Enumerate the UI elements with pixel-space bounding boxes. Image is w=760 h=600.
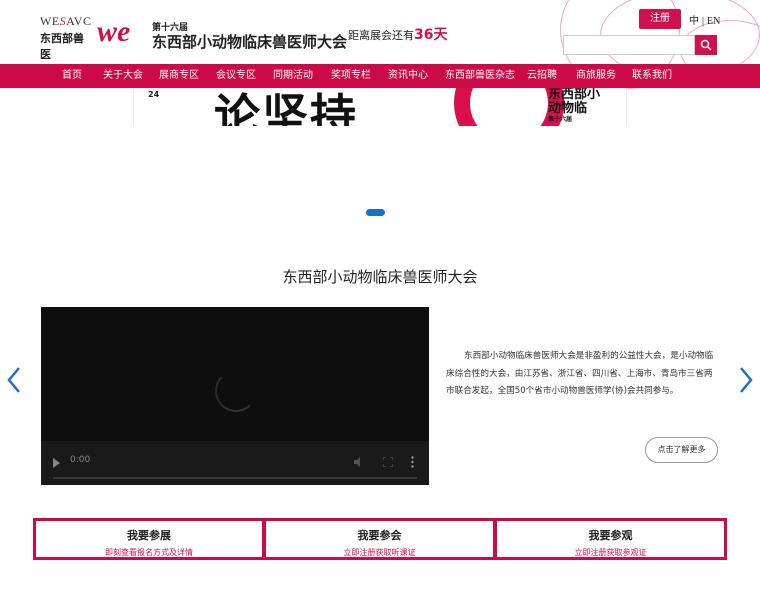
visit-title: 我要参观 bbox=[588, 529, 633, 542]
countdown-days: 36天 bbox=[414, 27, 448, 43]
carousel-indicator[interactable] bbox=[366, 209, 385, 216]
exhibit-subtitle: 即刻查看报名方式及详情 bbox=[105, 548, 193, 557]
wsavc-logo[interactable]: WESAVC 东西部兽医 bbox=[40, 14, 92, 61]
exhibit-box[interactable]: 我要参展 即刻查看报名方式及详情 bbox=[36, 521, 262, 557]
logo-brand: WESAVC bbox=[40, 14, 92, 28]
intro-text: 东西部小动物临床兽医师大会是非盈利的公益性大会，是小动物临床综合性的大会，由江苏… bbox=[446, 351, 714, 396]
intro-video[interactable]: 0:00 bbox=[41, 307, 429, 485]
chevron-left-icon[interactable] bbox=[5, 366, 23, 394]
section-title: 东西部小动物临床兽医师大会 bbox=[282, 268, 478, 286]
nav-item-news[interactable]: 资讯中心 bbox=[388, 64, 428, 88]
nav-item-magazine[interactable]: 东西部兽医杂志 bbox=[445, 64, 515, 88]
play-icon[interactable] bbox=[53, 458, 60, 468]
nav-item-exhibitors[interactable]: 展商专区 bbox=[159, 64, 199, 88]
nav-item-contact[interactable]: 联系我们 bbox=[632, 64, 672, 88]
hero-banner[interactable]: 24 论坚持 东西部小动物临 第十六届 bbox=[133, 88, 627, 126]
attend-box[interactable]: 我要参会 立即注册获取听课证 bbox=[266, 521, 493, 557]
fullscreen-icon[interactable] bbox=[383, 457, 393, 467]
chevron-right-icon[interactable] bbox=[737, 366, 755, 394]
banner-side-text: 东西部小动物临 第十六届 bbox=[548, 88, 601, 123]
exhibit-title: 我要参展 bbox=[127, 529, 171, 542]
more-options-icon[interactable] bbox=[411, 456, 414, 468]
video-time: 0:00 bbox=[70, 455, 91, 465]
nav-item-events[interactable]: 同期活动 bbox=[273, 64, 313, 88]
volume-icon[interactable] bbox=[354, 457, 364, 467]
banner-calligraphy: 论坚持 bbox=[214, 89, 358, 126]
action-boxes: 我要参展 即刻查看报名方式及详情 我要参会 立即注册获取听课证 我要参观 立即注… bbox=[33, 518, 727, 560]
nav-item-conference[interactable]: 会议专区 bbox=[216, 64, 256, 88]
logo-subtitle: 东西部兽医 bbox=[40, 32, 84, 61]
site-header: WESAVC 东西部兽医 we 第十六届 东西部小动物临床兽医师大会 距离展会还… bbox=[0, 0, 760, 90]
main-nav: 首页 关于大会 展商专区 会议专区 同期活动 奖项专栏 资讯中心 东西部兽医杂志… bbox=[0, 64, 760, 88]
search-button[interactable] bbox=[695, 35, 717, 55]
register-button[interactable]: 注册 bbox=[639, 9, 681, 29]
attend-subtitle: 立即注册获取听课证 bbox=[343, 548, 416, 557]
nav-item-jobs[interactable]: 云招聘 bbox=[527, 64, 557, 88]
we-logo: we bbox=[97, 15, 131, 48]
visit-subtitle: 立即注册获取参观证 bbox=[574, 548, 647, 557]
nav-item-about[interactable]: 关于大会 bbox=[103, 64, 143, 88]
lang-en-link[interactable]: EN bbox=[707, 16, 720, 27]
nav-item-travel[interactable]: 商旅服务 bbox=[576, 64, 616, 88]
nav-item-home[interactable]: 首页 bbox=[62, 64, 82, 88]
lang-separator: | bbox=[702, 16, 705, 27]
search-input[interactable] bbox=[563, 35, 695, 55]
search-icon bbox=[700, 39, 712, 51]
countdown-prefix: 距离展会还有 bbox=[348, 29, 414, 42]
nav-item-awards[interactable]: 奖项专栏 bbox=[331, 64, 371, 88]
learn-more-button[interactable]: 点击了解更多 bbox=[645, 437, 718, 463]
loading-spinner-icon bbox=[215, 370, 257, 412]
attend-title: 我要参会 bbox=[357, 529, 402, 542]
countdown: 距离展会还有36天 bbox=[348, 24, 447, 44]
language-switcher: 中 | EN bbox=[689, 12, 720, 27]
banner-number: 24 bbox=[148, 90, 160, 99]
conference-name: 东西部小动物临床兽医师大会 bbox=[152, 33, 348, 51]
video-controls: 0:00 bbox=[41, 441, 429, 485]
video-progress-bar[interactable] bbox=[53, 477, 417, 479]
visit-box[interactable]: 我要参观 立即注册获取参观证 bbox=[497, 521, 724, 557]
lang-zh-link[interactable]: 中 bbox=[689, 16, 699, 27]
